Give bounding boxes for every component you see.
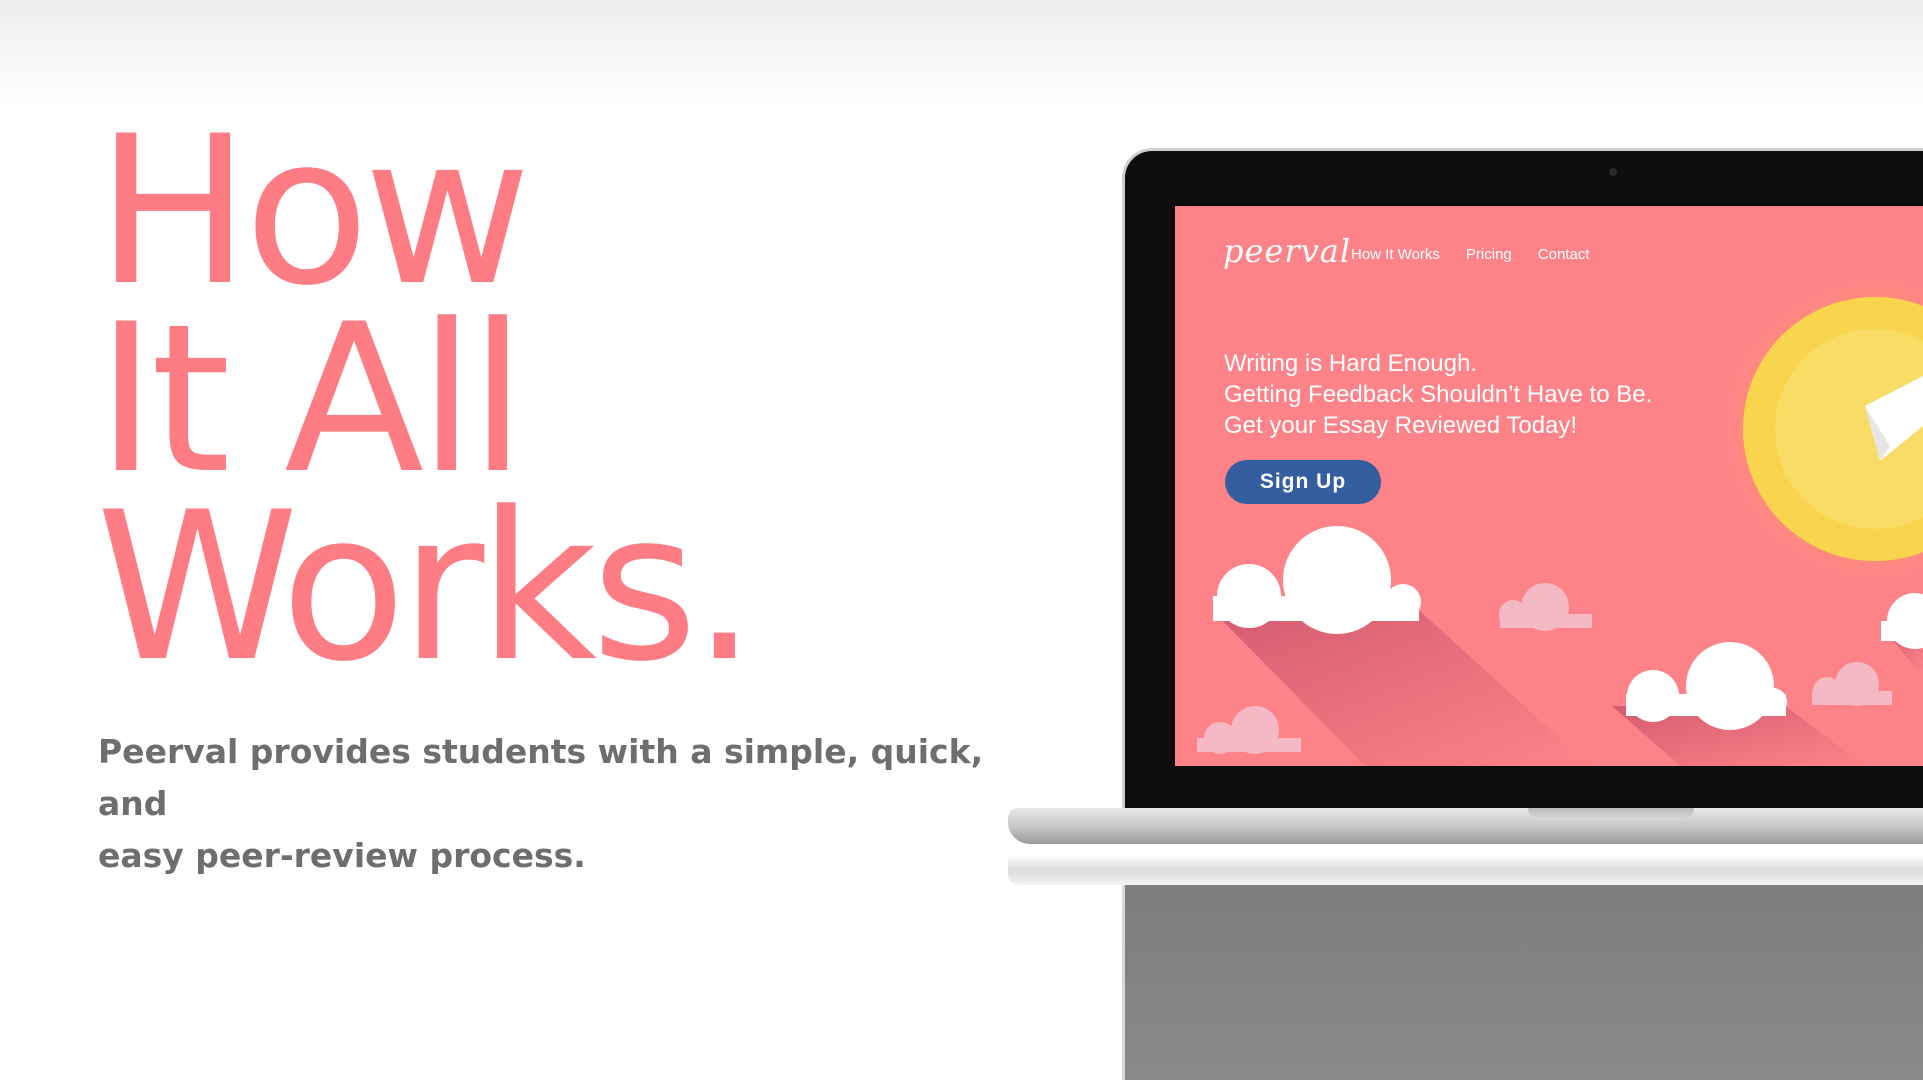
cloud-faint-3 bbox=[1197, 706, 1301, 754]
headline-line-1: How bbox=[96, 93, 531, 331]
laptop-reflection-lid bbox=[1122, 885, 1923, 1080]
page-headline: How It All Works. bbox=[96, 93, 757, 707]
tagline-line-2: easy peer-review process. bbox=[98, 836, 586, 875]
tagline-line-1: Peerval provides students with a simple,… bbox=[98, 732, 984, 823]
laptop-camera bbox=[1609, 168, 1617, 176]
hero-line-1: Writing is Hard Enough. bbox=[1224, 350, 1478, 377]
headline-line-2: It All bbox=[96, 281, 526, 519]
cloud-1 bbox=[1213, 526, 1421, 634]
sign-up-button[interactable]: Sign Up bbox=[1225, 460, 1381, 504]
hero-line-3: Get your Essay Reviewed Today! bbox=[1224, 412, 1578, 439]
cloud-faint-1 bbox=[1499, 583, 1592, 631]
laptop-base-notch bbox=[1528, 808, 1694, 820]
nav-link-contact[interactable]: Contact bbox=[1538, 246, 1590, 263]
laptop-reflection-base bbox=[1008, 855, 1923, 885]
nav-link-how-it-works[interactable]: How It Works bbox=[1351, 246, 1440, 263]
hero-line-2: Getting Feedback Shouldn’t Have to Be. bbox=[1224, 381, 1653, 408]
site-nav: How It Works Pricing Contact bbox=[1351, 246, 1589, 263]
laptop-screen: peerval How It Works Pricing Contact Wri… bbox=[1175, 206, 1923, 766]
nav-link-pricing[interactable]: Pricing bbox=[1466, 246, 1512, 263]
headline-line-3: Works. bbox=[96, 469, 757, 707]
site-hero-text: Writing is Hard Enough. Getting Feedback… bbox=[1224, 348, 1652, 441]
page-tagline: Peerval provides students with a simple,… bbox=[98, 726, 998, 882]
cloud-faint-2 bbox=[1812, 662, 1892, 706]
cloud-3 bbox=[1881, 593, 1923, 649]
site-logo[interactable]: peerval bbox=[1223, 232, 1351, 270]
laptop-base bbox=[1008, 808, 1923, 844]
